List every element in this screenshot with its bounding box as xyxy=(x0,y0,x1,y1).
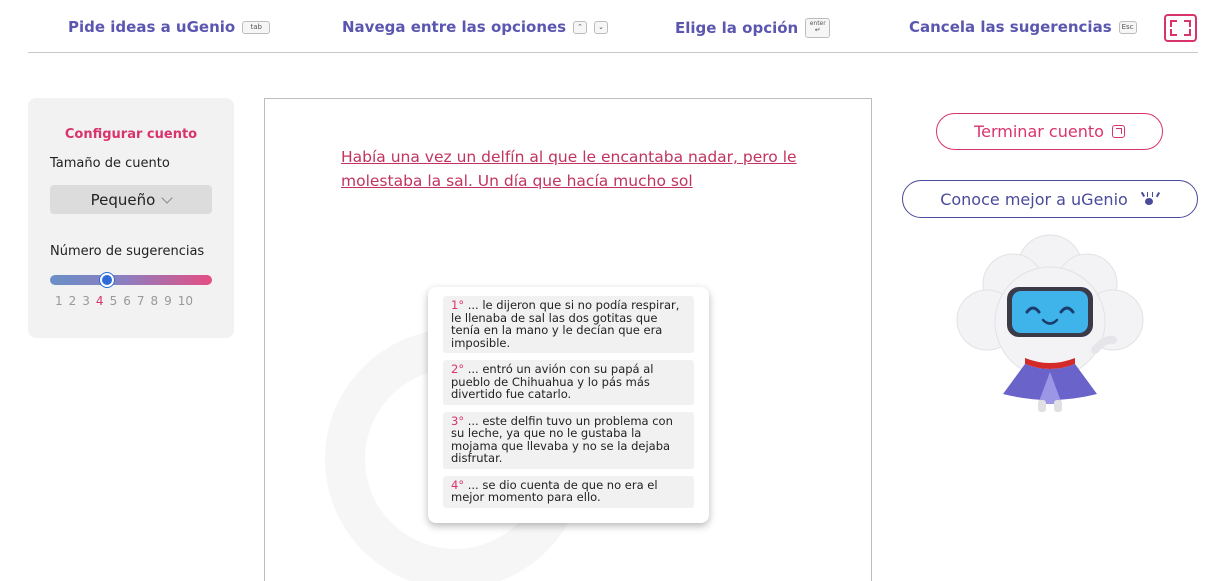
slider-tick: 2 xyxy=(68,294,77,308)
story-size-value: Pequeño xyxy=(90,190,156,209)
suggestion-text: ... entró un avión con su papá al pueblo… xyxy=(451,362,654,401)
shortcut-hint-bar: Pide ideas a uGenio tab Navega entre las… xyxy=(28,0,1198,53)
suggestions-count-label: Número de sugerencias xyxy=(50,244,205,259)
suggestions-slider[interactable] xyxy=(50,273,212,287)
slider-tick: 10 xyxy=(177,294,194,308)
slider-tick: 8 xyxy=(150,294,159,308)
suggestion-text: ... se dio cuenta de que no era el mejor… xyxy=(451,477,658,504)
hint-ask-ideas-label: Pide ideas a uGenio xyxy=(68,18,236,36)
story-config-panel: Configurar cuento Tamaño de cuento Peque… xyxy=(28,98,234,338)
esc-key-icon: Esc xyxy=(1118,20,1137,34)
slider-ticks: 1 2 3 4 5 6 7 8 9 10 xyxy=(55,294,193,308)
fullscreen-button[interactable] xyxy=(1164,14,1197,42)
story-editor[interactable]: Había una vez un delfín al que le encant… xyxy=(264,98,872,581)
fullscreen-icon xyxy=(1170,20,1177,27)
know-ugenio-label: Conoce mejor a uGenio xyxy=(940,189,1128,209)
slider-tick: 1 xyxy=(55,294,63,308)
hint-cancel-suggestions: Cancela las sugerencias Esc xyxy=(909,18,1137,36)
end-story-label: Terminar cuento xyxy=(974,122,1104,141)
hint-choose-option: Elige la opción enter ↵ xyxy=(675,18,831,38)
fullscreen-icon-corner xyxy=(1184,20,1191,27)
slider-tick: 7 xyxy=(136,294,145,308)
tab-key-icon: tab xyxy=(242,20,271,34)
fullscreen-icon-corner xyxy=(1184,29,1191,36)
hint-cancel-label: Cancela las sugerencias xyxy=(909,18,1112,36)
suggestion-text: ... este delfin tuvo un problema con su … xyxy=(451,413,673,465)
slider-tick-selected: 4 xyxy=(95,294,104,308)
story-text[interactable]: Había una vez un delfín al que le encant… xyxy=(341,145,811,193)
config-title: Configurar cuento xyxy=(64,127,198,142)
enter-key-icon: enter ↵ xyxy=(805,18,831,38)
chevron-down-icon xyxy=(161,191,174,204)
arrow-up-key-icon: ⌃ xyxy=(573,20,588,34)
suggestions-popup: 1° ... le dijeron que si no podía respir… xyxy=(428,287,709,523)
hint-ask-ideas: Pide ideas a uGenio tab xyxy=(68,18,271,36)
arrow-down-key-icon: ⌄ xyxy=(594,20,609,34)
story-size-label: Tamaño de cuento xyxy=(50,156,170,171)
suggestion-item[interactable]: 2° ... entró un avión con su papá al pue… xyxy=(443,360,694,405)
end-story-button[interactable]: Terminar cuento xyxy=(936,113,1163,150)
slider-tick: 3 xyxy=(82,294,90,308)
slider-tick: 6 xyxy=(123,294,131,308)
suggestion-item[interactable]: 4° ... se dio cuenta de que no era el me… xyxy=(443,475,694,508)
ugenio-mascot-image xyxy=(956,234,1144,412)
hint-navigate-options: Navega entre las opciones ⌃ ⌄ xyxy=(342,18,609,36)
slider-tick: 9 xyxy=(164,294,172,308)
hint-choose-label: Elige la opción xyxy=(675,19,799,37)
story-size-select[interactable]: Pequeño xyxy=(50,185,212,214)
slider-tick: 5 xyxy=(109,294,118,308)
eye-icon xyxy=(1138,191,1160,206)
fullscreen-icon-corner xyxy=(1170,29,1177,36)
hint-navigate-label: Navega entre las opciones xyxy=(342,18,567,36)
suggestion-item[interactable]: 3° ... este delfin tuvo un problema con … xyxy=(443,411,694,469)
suggestion-text: ... le dijeron que si no podía respirar,… xyxy=(451,298,680,350)
suggestion-item[interactable]: 1° ... le dijeron que si no podía respir… xyxy=(443,296,694,353)
know-ugenio-button[interactable]: Conoce mejor a uGenio xyxy=(902,180,1198,218)
external-link-icon xyxy=(1111,125,1125,138)
slider-thumb[interactable] xyxy=(100,273,114,287)
